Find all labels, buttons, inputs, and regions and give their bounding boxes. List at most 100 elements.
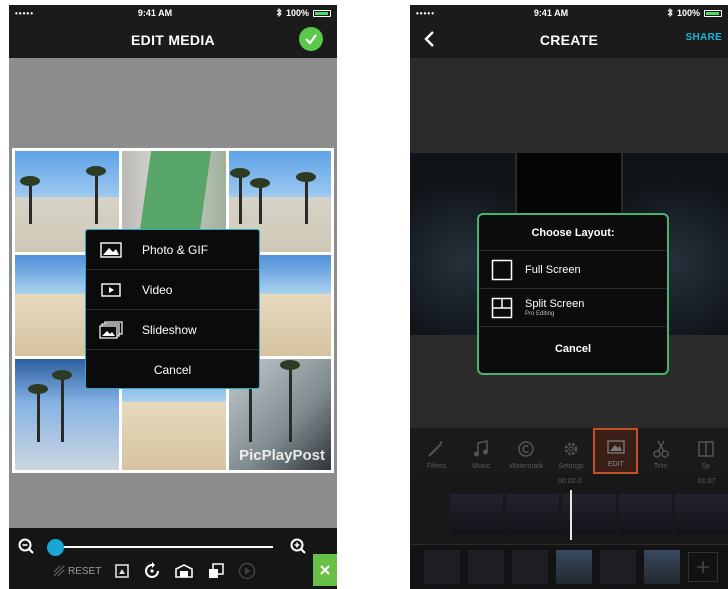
- layout-option-label: Full Screen: [525, 263, 581, 276]
- menu-item-slideshow[interactable]: Slideshow: [86, 310, 259, 350]
- signal-indicator: •••••: [15, 8, 35, 18]
- rotate-button[interactable]: [143, 562, 161, 580]
- play-icon: [239, 562, 256, 580]
- menu-item-label: Photo & GIF: [142, 242, 209, 257]
- layout-option-sublabel: Pro Editing: [525, 311, 555, 317]
- playhead[interactable]: [570, 490, 572, 540]
- tool-label: Trim: [653, 463, 668, 470]
- tool-label: Sp: [701, 463, 710, 470]
- zoom-in-icon[interactable]: [289, 537, 307, 560]
- timeline-clip[interactable]: [450, 494, 504, 534]
- status-time: 9:41 AM: [137, 8, 173, 18]
- battery-icon: [703, 9, 722, 17]
- flip-icon: [175, 564, 194, 578]
- clip-thumbnail[interactable]: [512, 550, 548, 584]
- page-title: EDIT MEDIA: [131, 31, 215, 48]
- clip-thumbnail[interactable]: [468, 550, 504, 584]
- clip-thumbnail[interactable]: [600, 550, 636, 584]
- nav-bar: EDIT MEDIA: [9, 21, 337, 58]
- copyright-icon: [516, 439, 536, 459]
- tool-label: Settings: [558, 463, 584, 470]
- watermark-text: PicPlayPost: [239, 447, 325, 464]
- menu-item-video[interactable]: Video: [86, 270, 259, 310]
- signal-indicator: •••••: [416, 8, 436, 18]
- add-clip-button[interactable]: [688, 552, 718, 582]
- layout-option-full-screen[interactable]: Full Screen: [479, 251, 667, 289]
- tool-edit[interactable]: EDIT: [593, 428, 639, 474]
- tool-filters[interactable]: Filters: [414, 428, 459, 474]
- menu-item-label: Video: [142, 282, 173, 297]
- split-icon: [696, 439, 716, 459]
- status-bar: ••••• 9:41 AM 100%: [410, 5, 728, 21]
- full-screen-icon: [491, 259, 513, 280]
- replace-icon: [209, 563, 225, 578]
- edit-media-screen: ••••• 9:41 AM 100% EDIT MEDIA PicPlayPos…: [9, 5, 337, 589]
- replace-button[interactable]: [207, 562, 225, 580]
- bluetooth-icon: [667, 7, 673, 19]
- share-button[interactable]: SHARE: [685, 32, 722, 43]
- slideshow-icon: [98, 320, 124, 339]
- menu-cancel-button[interactable]: Cancel: [86, 350, 259, 390]
- confirm-button[interactable]: [299, 27, 323, 51]
- nav-bar: CREATE SHARE: [410, 21, 728, 58]
- dialog-cancel-button[interactable]: Cancel: [479, 327, 667, 371]
- video-icon: [98, 281, 124, 299]
- clip-thumbnail[interactable]: [644, 550, 680, 584]
- tool-split[interactable]: Sp: [683, 428, 728, 474]
- reset-icon: [53, 565, 65, 577]
- flip-button[interactable]: [174, 563, 194, 579]
- close-panel-button[interactable]: [313, 554, 337, 586]
- photo-icon: [98, 241, 124, 259]
- zoom-slider-track[interactable]: [51, 546, 273, 548]
- status-time: 9:41 AM: [533, 8, 569, 18]
- battery-icon: [312, 9, 331, 17]
- crop-icon: [115, 564, 130, 578]
- timeline-clip[interactable]: [618, 494, 672, 534]
- battery-percent: 100%: [676, 8, 700, 18]
- timeline-time-mid: 00:02.0: [558, 478, 582, 485]
- tool-label: Music: [472, 463, 491, 470]
- clip-thumbnail[interactable]: [424, 550, 460, 584]
- tool-settings[interactable]: Settings: [549, 428, 594, 474]
- tool-trim[interactable]: Trim: [638, 428, 683, 474]
- checkmark-icon: [305, 34, 317, 45]
- menu-item-photo-gif[interactable]: Photo & GIF: [86, 230, 259, 270]
- clip-thumbnail[interactable]: [556, 550, 592, 584]
- rotate-icon: [145, 562, 160, 578]
- back-button[interactable]: [418, 27, 440, 51]
- zoom-slider-knob[interactable]: [47, 539, 64, 556]
- tool-music[interactable]: Music: [459, 428, 504, 474]
- timeline-clip[interactable]: [674, 494, 728, 534]
- magic-wand-icon: [426, 439, 446, 459]
- zoom-out-icon[interactable]: [17, 537, 35, 560]
- zoom-control: [9, 536, 337, 556]
- status-bar: ••••• 9:41 AM 100%: [9, 5, 337, 21]
- plus-icon: [697, 561, 709, 573]
- scissors-icon: [651, 439, 671, 459]
- tool-label: Watermark: [509, 463, 544, 470]
- reset-button[interactable]: RESET: [53, 565, 101, 577]
- video-timeline[interactable]: 00:02.0 01:07: [410, 474, 728, 544]
- tool-watermark[interactable]: Watermark: [504, 428, 549, 474]
- chevron-left-icon: [424, 31, 434, 47]
- crop-button[interactable]: [114, 563, 130, 579]
- clip-thumbnail-strip: [410, 545, 728, 589]
- split-screen-icon: [491, 297, 513, 318]
- reset-label: RESET: [68, 565, 102, 577]
- media-type-menu: Photo & GIF Video Slideshow Cancel: [85, 229, 260, 389]
- bluetooth-icon: [276, 7, 282, 19]
- tool-label: Filters: [426, 463, 446, 470]
- choose-layout-dialog: Choose Layout: Full Screen Split Screen …: [477, 213, 669, 375]
- image-edit-icon: [606, 437, 626, 457]
- battery-percent: 100%: [285, 8, 309, 18]
- timeline-clip[interactable]: [506, 494, 560, 534]
- menu-item-label: Slideshow: [142, 322, 197, 337]
- page-title: CREATE: [539, 31, 599, 48]
- gear-icon: [561, 439, 581, 459]
- play-button[interactable]: [238, 562, 256, 580]
- layout-option-split-screen[interactable]: Split Screen Pro Editing: [479, 289, 667, 327]
- edit-bottom-panel: RESET: [9, 528, 337, 589]
- music-note-icon: [471, 439, 491, 459]
- edit-tools-bar: Filters Music Watermark Settings EDIT Tr…: [410, 428, 728, 474]
- close-icon: [320, 565, 330, 575]
